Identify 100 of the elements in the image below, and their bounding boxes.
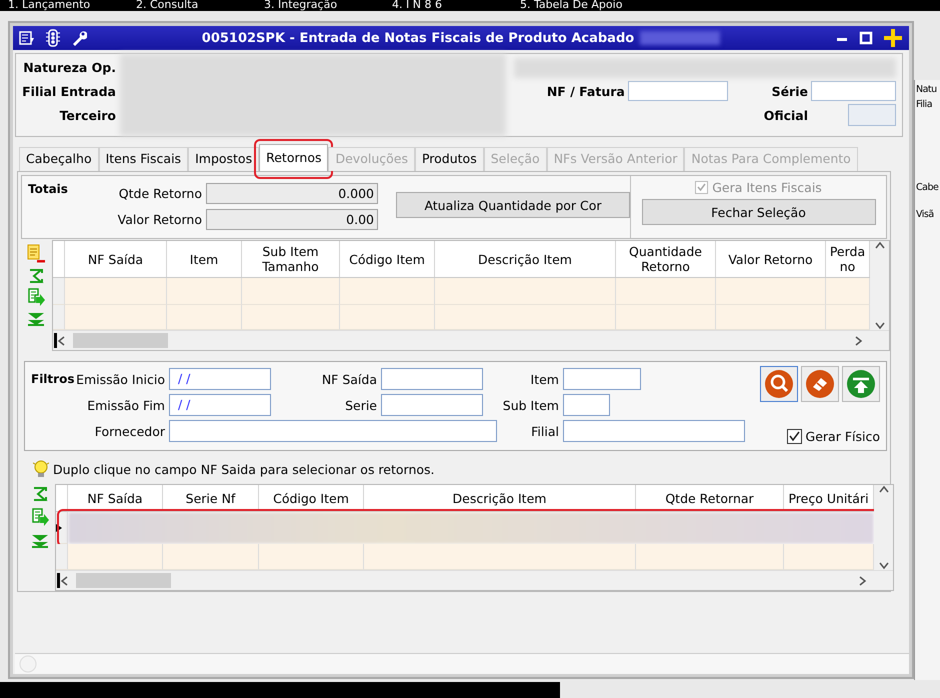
grid-cell[interactable]: [167, 305, 242, 330]
menu-item[interactable]: 5. Tabela De Apoio: [512, 0, 640, 11]
grid-cell[interactable]: [826, 278, 870, 305]
vertical-scrollbar[interactable]: [874, 485, 893, 570]
tab[interactable]: Produtos: [414, 147, 484, 171]
background-label: Filia: [915, 99, 934, 110]
scroll-down-icon[interactable]: [878, 562, 888, 570]
field-label: Filial: [530, 424, 560, 438]
tab[interactable]: Impostos: [188, 147, 260, 171]
check-icon: [697, 183, 706, 192]
scroll-up-icon[interactable]: [874, 241, 884, 249]
scroll-down-icon[interactable]: [874, 322, 884, 330]
horizontal-scrollbar[interactable]: [53, 330, 889, 350]
field-label: Filial Entrada: [22, 84, 116, 99]
eraser-button[interactable]: [801, 366, 839, 402]
column-header[interactable]: Descrição Item: [364, 485, 636, 511]
grid-cell[interactable]: [636, 544, 784, 570]
menu-item[interactable]: 1. Lançamento: [0, 0, 128, 11]
scroll-up-icon[interactable]: [878, 485, 888, 493]
column-header[interactable]: Sub Item Tamanho: [242, 241, 340, 277]
traffic-light-icon[interactable]: [45, 29, 61, 47]
input-field[interactable]: / /: [169, 394, 271, 416]
grid-cell[interactable]: [259, 544, 364, 570]
column-header[interactable]: NF Saída: [68, 485, 163, 511]
list-icon[interactable]: [19, 30, 35, 46]
move-last-icon[interactable]: [27, 312, 45, 326]
search-icon: [764, 369, 794, 399]
note-remove-icon[interactable]: [26, 244, 46, 264]
grid-cell[interactable]: [716, 278, 826, 305]
close-selection-button[interactable]: Fechar Seleção: [642, 199, 876, 225]
input-field[interactable]: [169, 420, 497, 442]
document-arrow-icon[interactable]: [27, 288, 45, 308]
column-header[interactable]: Serie Nf: [163, 485, 259, 511]
plus-icon[interactable]: [883, 28, 903, 48]
wrench-icon[interactable]: [71, 30, 87, 46]
field-label: NF Saída: [320, 372, 378, 386]
scroll-right-icon[interactable]: [855, 336, 863, 346]
tab[interactable]: Retornos: [259, 144, 328, 171]
grid-cell[interactable]: [364, 544, 636, 570]
scroll-left-icon[interactable]: [60, 576, 68, 586]
column-header[interactable]: Descrição Item: [435, 241, 616, 277]
input-field[interactable]: [811, 81, 896, 101]
grid-cell[interactable]: [784, 544, 874, 570]
horizontal-scrollbar[interactable]: [56, 570, 893, 590]
grid-cell[interactable]: [167, 278, 242, 305]
update-button[interactable]: Atualiza Quantidade por Cor: [396, 192, 630, 218]
tab[interactable]: Itens Fiscais: [98, 147, 188, 171]
input-field[interactable]: [563, 394, 610, 416]
grid-cell[interactable]: [716, 305, 826, 330]
grid-cell[interactable]: [65, 278, 167, 305]
menu-item[interactable]: 2. Consulta: [128, 0, 256, 11]
grid-cell[interactable]: [163, 544, 259, 570]
input-field[interactable]: [848, 104, 896, 126]
column-header[interactable]: Quantidade Retorno: [616, 241, 716, 277]
column-header[interactable]: Código Item: [259, 485, 364, 511]
column-header[interactable]: Código Item: [340, 241, 435, 277]
grid-cell[interactable]: [435, 278, 616, 305]
grid-cell[interactable]: [826, 305, 870, 330]
field-label: Oficial: [764, 108, 808, 122]
grid-cell[interactable]: [616, 305, 716, 330]
input-field[interactable]: [381, 394, 483, 416]
column-header[interactable]: Valor Retorno: [716, 241, 826, 277]
maximize-icon[interactable]: [859, 31, 873, 45]
readonly-field: 0.00: [206, 208, 378, 230]
menu-item[interactable]: 4. I N 8 6: [384, 0, 512, 11]
input-field[interactable]: [563, 368, 641, 390]
grid-cell[interactable]: [616, 278, 716, 305]
grid-cell[interactable]: [242, 305, 340, 330]
scroll-left-icon[interactable]: [57, 336, 65, 346]
input-field[interactable]: / /: [169, 368, 271, 390]
document-arrow-icon[interactable]: [31, 508, 49, 528]
window-title: 005102SPK - Entrada de Notas Fiscais de Produto Acabado: [202, 30, 634, 46]
grid-cell[interactable]: [435, 305, 616, 330]
input-field[interactable]: [563, 420, 745, 442]
input-field[interactable]: [381, 368, 483, 390]
vertical-scrollbar[interactable]: [870, 241, 889, 330]
background-label: Visã: [915, 209, 935, 220]
sigma-icon[interactable]: [32, 486, 48, 502]
column-header[interactable]: Item: [167, 241, 242, 277]
search-button[interactable]: [760, 366, 798, 402]
grid-cell[interactable]: [340, 278, 435, 305]
grid-cell[interactable]: [242, 278, 340, 305]
tab[interactable]: Cabeçalho: [19, 147, 99, 171]
background-label: Natu: [915, 84, 938, 95]
readonly-field: 0.000: [206, 182, 378, 204]
checkbox[interactable]: [786, 429, 802, 444]
upload-button[interactable]: [842, 366, 880, 402]
sigma-icon[interactable]: [28, 268, 44, 284]
grid-cell[interactable]: [340, 305, 435, 330]
section-title: Totais: [28, 181, 69, 196]
field-label: Item: [530, 372, 560, 386]
field-label: Série: [772, 84, 808, 98]
grid-cell[interactable]: [68, 544, 163, 570]
scroll-right-icon[interactable]: [859, 576, 867, 586]
grid-cell[interactable]: [65, 305, 167, 330]
input-field[interactable]: [628, 81, 728, 101]
move-last-icon[interactable]: [31, 534, 49, 548]
field-label: NF / Fatura: [546, 84, 625, 98]
column-header[interactable]: NF Saída: [65, 241, 167, 277]
column-header[interactable]: Qtde Retornar: [636, 485, 784, 511]
